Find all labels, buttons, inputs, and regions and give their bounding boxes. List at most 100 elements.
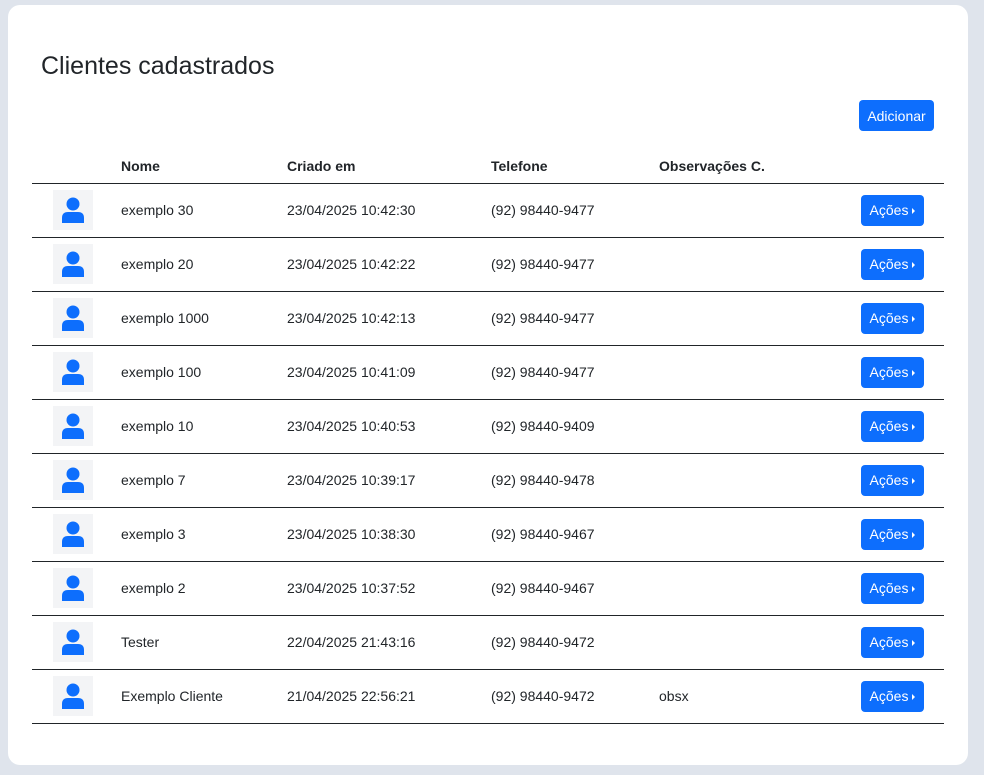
user-icon	[62, 521, 84, 547]
caret-right-icon	[912, 478, 916, 484]
avatar	[53, 622, 93, 662]
table-row[interactable]: Exemplo Cliente 21/04/2025 22:56:21 (92)…	[32, 669, 944, 724]
cell-created: 23/04/2025 10:42:13	[287, 291, 491, 346]
actions-button[interactable]: Ações	[861, 518, 924, 550]
avatar	[53, 352, 93, 392]
cell-created: 23/04/2025 10:39:17	[287, 453, 491, 508]
avatar	[53, 406, 93, 446]
actions-button-label: Ações	[869, 580, 909, 596]
table-row[interactable]: exemplo 1000 23/04/2025 10:42:13 (92) 98…	[32, 291, 944, 346]
cell-created: 23/04/2025 10:40:53	[287, 399, 491, 454]
avatar	[53, 244, 93, 284]
cell-phone: (92) 98440-9478	[491, 453, 659, 508]
table-row[interactable]: Tester 22/04/2025 21:43:16 (92) 98440-94…	[32, 615, 944, 670]
actions-button[interactable]: Ações	[861, 356, 924, 388]
cell-name: exemplo 10	[121, 399, 287, 454]
caret-right-icon	[912, 208, 916, 214]
caret-right-icon	[912, 694, 916, 700]
page-title: Clientes cadastrados	[41, 52, 275, 80]
user-icon	[62, 575, 84, 601]
cell-created: 23/04/2025 10:42:30	[287, 183, 491, 238]
cell-phone: (92) 98440-9472	[491, 669, 659, 724]
avatar	[53, 298, 93, 338]
actions-button-label: Ações	[869, 310, 909, 326]
header-phone: Telefone	[491, 149, 659, 184]
cell-name: exemplo 100	[121, 345, 287, 400]
table-row[interactable]: exemplo 30 23/04/2025 10:42:30 (92) 9844…	[32, 183, 944, 238]
cell-phone: (92) 98440-9477	[491, 345, 659, 400]
cell-phone: (92) 98440-9477	[491, 291, 659, 346]
cell-name: exemplo 3	[121, 507, 287, 562]
cell-created: 23/04/2025 10:38:30	[287, 507, 491, 562]
cell-phone: (92) 98440-9467	[491, 561, 659, 616]
actions-button-label: Ações	[869, 472, 909, 488]
cell-phone: (92) 98440-9409	[491, 399, 659, 454]
actions-button-label: Ações	[869, 526, 909, 542]
clients-card: Clientes cadastrados Adicionar Nome Cria…	[8, 5, 968, 765]
table-row[interactable]: exemplo 20 23/04/2025 10:42:22 (92) 9844…	[32, 237, 944, 292]
header-actions	[852, 149, 944, 184]
cell-notes	[659, 615, 852, 670]
actions-button-label: Ações	[869, 256, 909, 272]
caret-right-icon	[912, 424, 916, 430]
actions-button-label: Ações	[869, 418, 909, 434]
cell-phone: (92) 98440-9477	[491, 183, 659, 238]
user-icon	[62, 305, 84, 331]
user-icon	[62, 197, 84, 223]
avatar	[53, 460, 93, 500]
user-icon	[62, 359, 84, 385]
caret-right-icon	[912, 532, 916, 538]
cell-name: Exemplo Cliente	[121, 669, 287, 724]
table-row[interactable]: exemplo 3 23/04/2025 10:38:30 (92) 98440…	[32, 507, 944, 562]
cell-notes: obsx	[659, 669, 852, 724]
caret-right-icon	[912, 640, 916, 646]
cell-created: 23/04/2025 10:42:22	[287, 237, 491, 292]
caret-right-icon	[912, 370, 916, 376]
add-client-button[interactable]: Adicionar	[859, 100, 934, 131]
actions-button[interactable]: Ações	[861, 194, 924, 226]
cell-created: 22/04/2025 21:43:16	[287, 615, 491, 670]
cell-phone: (92) 98440-9477	[491, 237, 659, 292]
cell-notes	[659, 453, 852, 508]
caret-right-icon	[912, 262, 916, 268]
table-row[interactable]: exemplo 2 23/04/2025 10:37:52 (92) 98440…	[32, 561, 944, 616]
actions-button[interactable]: Ações	[861, 302, 924, 334]
table-row[interactable]: exemplo 100 23/04/2025 10:41:09 (92) 984…	[32, 345, 944, 400]
cell-name: exemplo 7	[121, 453, 287, 508]
user-icon	[62, 413, 84, 439]
clients-table: Nome Criado em Telefone Observações C. e…	[32, 149, 944, 724]
cell-notes	[659, 399, 852, 454]
table-row[interactable]: exemplo 7 23/04/2025 10:39:17 (92) 98440…	[32, 453, 944, 508]
actions-button[interactable]: Ações	[861, 464, 924, 496]
cell-name: exemplo 20	[121, 237, 287, 292]
cell-name: exemplo 2	[121, 561, 287, 616]
header-created: Criado em	[287, 149, 491, 184]
avatar	[53, 190, 93, 230]
caret-right-icon	[912, 586, 916, 592]
actions-button[interactable]: Ações	[861, 248, 924, 280]
user-icon	[62, 251, 84, 277]
actions-button[interactable]: Ações	[861, 626, 924, 658]
table-header-row: Nome Criado em Telefone Observações C.	[32, 149, 944, 184]
actions-button[interactable]: Ações	[861, 572, 924, 604]
table-row[interactable]: exemplo 10 23/04/2025 10:40:53 (92) 9844…	[32, 399, 944, 454]
user-icon	[62, 629, 84, 655]
actions-button-label: Ações	[869, 202, 909, 218]
actions-button[interactable]: Ações	[861, 410, 924, 442]
actions-button-label: Ações	[869, 634, 909, 650]
cell-created: 23/04/2025 10:41:09	[287, 345, 491, 400]
user-icon	[62, 683, 84, 709]
cell-created: 21/04/2025 22:56:21	[287, 669, 491, 724]
cell-notes	[659, 345, 852, 400]
cell-name: exemplo 30	[121, 183, 287, 238]
cell-name: Tester	[121, 615, 287, 670]
avatar	[53, 514, 93, 554]
header-name: Nome	[121, 149, 287, 184]
user-icon	[62, 467, 84, 493]
cell-phone: (92) 98440-9467	[491, 507, 659, 562]
cell-notes	[659, 237, 852, 292]
header-avatar	[32, 149, 121, 184]
cell-name: exemplo 1000	[121, 291, 287, 346]
cell-created: 23/04/2025 10:37:52	[287, 561, 491, 616]
actions-button[interactable]: Ações	[861, 680, 924, 712]
